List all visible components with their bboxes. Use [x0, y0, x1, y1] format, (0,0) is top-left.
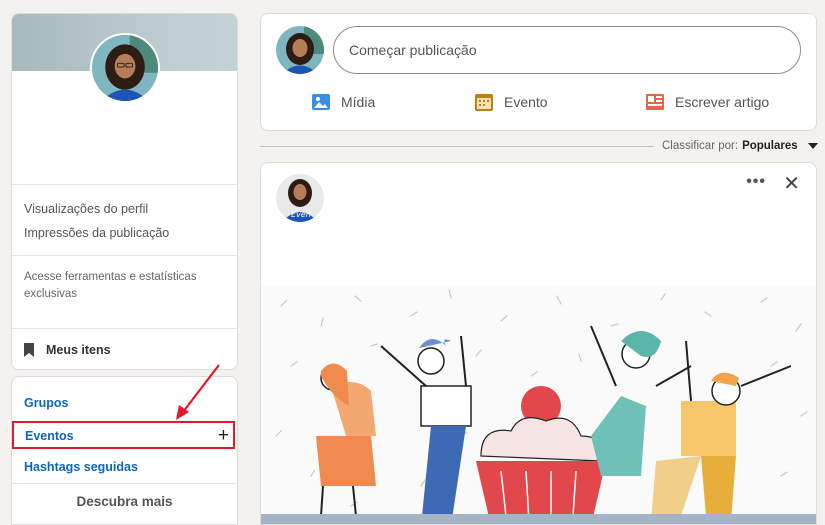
article-icon: [646, 94, 664, 110]
profile-avatar[interactable]: [90, 33, 160, 103]
event-label: Evento: [504, 94, 548, 110]
event-celebration-illustration: [261, 286, 816, 524]
divider: [12, 184, 237, 185]
start-post-input[interactable]: Começar publicação: [333, 26, 801, 74]
nav-hashtags-link[interactable]: Hashtags seguidas: [24, 460, 138, 474]
media-label: Mídia: [341, 94, 376, 110]
sort-value: Populares: [742, 140, 798, 152]
premium-promo[interactable]: Acesse ferramentas e estatísticas exclus…: [24, 269, 214, 303]
stat-post-impressions[interactable]: Impressões da publicação: [24, 226, 169, 240]
write-article-label: Escrever artigo: [675, 94, 770, 110]
sort-dropdown[interactable]: Classificar por: Populares: [662, 140, 818, 152]
saved-items-link[interactable]: Meus itens: [22, 342, 111, 358]
avatar-photo: Even: [276, 174, 324, 222]
write-article-button[interactable]: Escrever artigo: [645, 92, 769, 112]
profile-card: Visualizações do perfil Impressões da pu…: [11, 13, 238, 370]
community-nav-card: Grupos Eventos + Hashtags seguidas Descu…: [11, 376, 238, 525]
caret-down-icon: [807, 143, 818, 149]
feed-post: Even ••• ✕: [260, 162, 817, 525]
avatar-photo: [276, 26, 324, 74]
post-author-avatar[interactable]: Even: [276, 174, 324, 222]
more-options-icon[interactable]: •••: [746, 173, 766, 191]
calendar-icon: [475, 94, 493, 111]
share-box: Começar publicação Mídia Evento Escrever…: [260, 13, 817, 131]
stat-profile-views[interactable]: Visualizações do perfil: [24, 202, 148, 216]
sort-divider: [260, 146, 654, 147]
saved-items-label: Meus itens: [46, 343, 111, 357]
avatar-photo: [92, 35, 158, 101]
nav-groups-link[interactable]: Grupos: [24, 396, 68, 410]
share-avatar[interactable]: [276, 26, 324, 74]
divider: [12, 483, 237, 484]
bookmark-icon: [24, 343, 34, 357]
nav-events-link[interactable]: Eventos: [25, 429, 74, 443]
media-button[interactable]: Mídia: [311, 92, 375, 112]
add-event-plus-icon[interactable]: +: [218, 426, 229, 445]
discover-more-button[interactable]: Descubra mais: [12, 494, 237, 509]
avatar-event-text: Even: [291, 210, 311, 219]
photo-icon: [312, 94, 330, 110]
divider: [12, 328, 237, 329]
events-row-highlight: Eventos +: [12, 421, 235, 449]
close-icon[interactable]: ✕: [783, 171, 800, 196]
sort-label: Classificar por:: [662, 140, 739, 152]
event-button[interactable]: Evento: [474, 92, 548, 112]
divider: [12, 255, 237, 256]
